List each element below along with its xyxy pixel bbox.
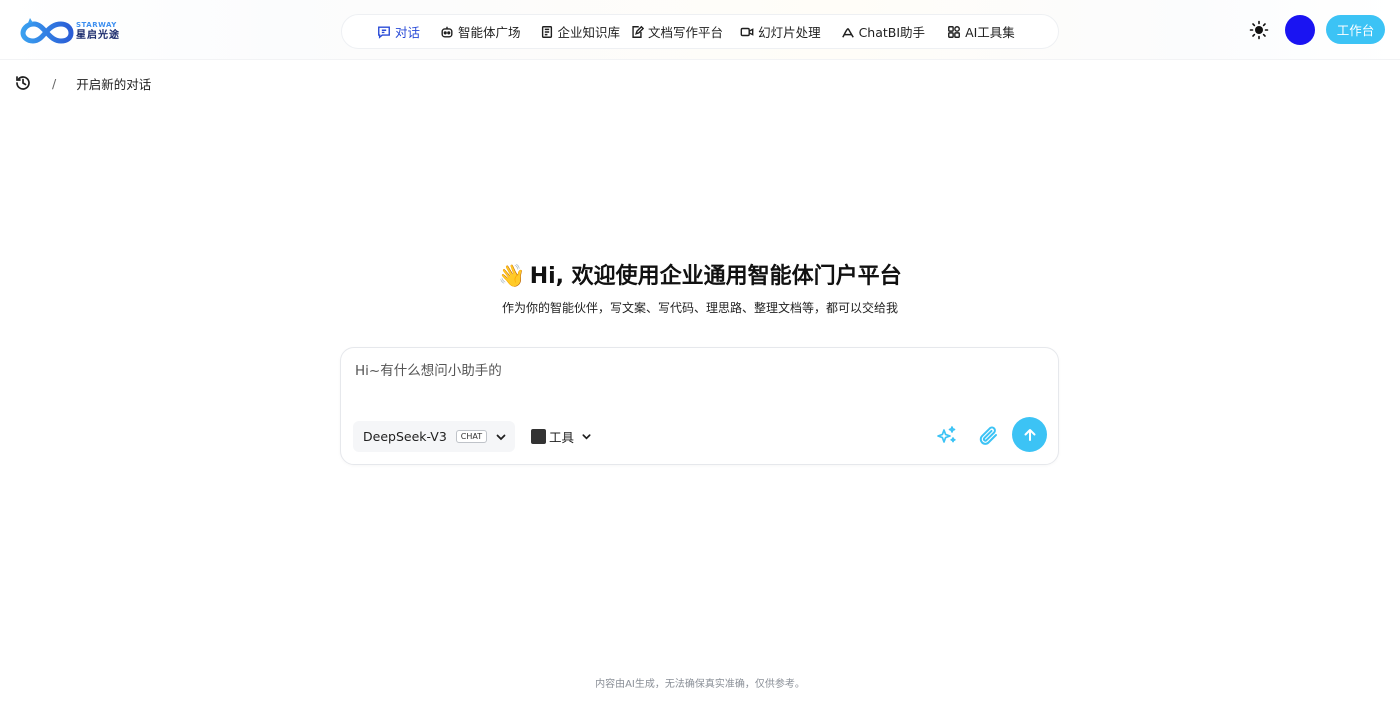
breadcrumb-separator: / [52,75,57,91]
model-name: DeepSeek-V3 [363,429,447,444]
tools-icon [531,429,546,444]
theme-toggle-button[interactable] [1249,20,1269,40]
wave-emoji-icon: 👋 [498,264,526,289]
ai-disclaimer: 内容由AI生成，无法确保真实准确，仅供参考。 [595,679,805,690]
chat-input[interactable] [355,360,1045,382]
nav-item-ai-tools[interactable]: AI工具集 [947,14,1015,49]
brand-name-en: STARWAY [76,20,117,29]
nav-item-label: 企业知识库 [557,25,621,40]
chat-composer: DeepSeek-V3 CHAT 工具 [340,347,1059,465]
nav-item-label: 幻灯片处理 [758,25,821,40]
welcome-title-text: Hi, 欢迎使用企业通用智能体门户平台 [529,264,902,289]
enhance-prompt-button[interactable] [935,424,959,448]
main-nav: 对话 智能体广场 企业知识库 文档写作平台 幻灯片处理 ChatBI助手 AI工… [341,14,1059,49]
chat-icon [378,25,390,39]
nav-item-label: AI工具集 [965,25,1015,40]
nav-item-label: 智能体广场 [458,25,521,40]
tools-select[interactable]: 工具 [531,421,592,452]
model-type-badge: CHAT [455,430,488,443]
brand-logo[interactable]: STARWAY 星启光途 [20,16,140,46]
book-icon [541,25,552,38]
paperclip-icon [979,426,997,445]
workbench-button[interactable]: 工作台 [1326,15,1385,44]
video-icon [740,27,754,36]
send-button[interactable] [1012,417,1047,452]
chevron-down-icon [582,434,591,440]
nav-item-chatbi[interactable]: ChatBI助手 [841,14,925,49]
sun-icon [1249,20,1269,40]
arrow-up-icon [1024,428,1035,441]
nav-item-label: 文档写作平台 [648,25,724,40]
model-select[interactable]: DeepSeek-V3 CHAT [353,421,515,452]
sparkle-icon [937,426,956,443]
chart-icon [841,27,854,38]
brand-name-cn: 星启光途 [76,29,120,41]
nav-item-chat[interactable]: 对话 [377,14,420,49]
welcome-title: 👋 Hi, 欢迎使用企业通用智能体门户平台 [0,258,1400,290]
breadcrumb-current: 开启新的对话 [76,76,152,92]
history-icon[interactable] [14,74,32,92]
nav-item-knowledge-base[interactable]: 企业知识库 [540,14,621,49]
nav-item-agents[interactable]: 智能体广场 [440,14,521,49]
welcome-subtitle: 作为你的智能伙伴，写文案、写代码、理思路、整理文档等，都可以交给我 [501,301,898,315]
nav-item-label: ChatBI助手 [858,25,926,40]
edit-doc-icon [632,25,645,38]
bot-icon [441,26,453,38]
user-avatar[interactable] [1285,15,1315,45]
top-header: STARWAY 星启光途 对话 智能体广场 企业知识库 文档写作平台 幻灯片处理… [0,0,1400,60]
nav-item-label: 对话 [395,25,421,40]
grid-icon [948,25,961,38]
infinity-logo-icon [20,18,74,44]
breadcrumb: / 开启新的对话 [14,73,151,93]
chevron-down-icon [496,434,506,440]
nav-item-doc-writing[interactable]: 文档写作平台 [630,14,723,49]
nav-item-slides[interactable]: 幻灯片处理 [740,14,821,49]
tools-label: 工具 [549,430,575,445]
attach-file-button[interactable] [977,424,1001,448]
